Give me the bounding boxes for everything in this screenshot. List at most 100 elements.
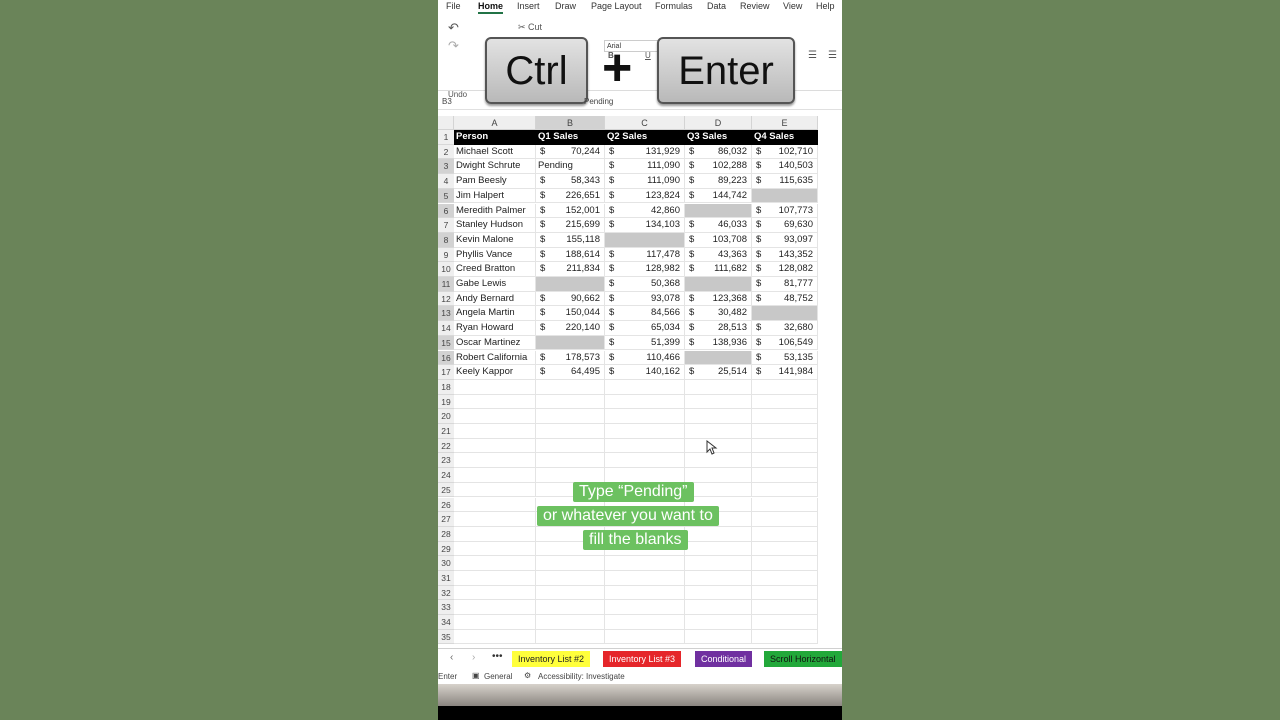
grid-cell[interactable] (752, 394, 818, 410)
more-sheets-icon[interactable]: ••• (492, 651, 503, 662)
sales-cell[interactable]: $50,368 (605, 277, 685, 292)
grid-cell[interactable] (685, 453, 752, 469)
sales-cell[interactable]: $134,103 (605, 218, 685, 233)
grid-cell[interactable] (454, 629, 536, 645)
sales-cell[interactable]: $70,244 (536, 144, 605, 160)
grid-cell[interactable] (752, 512, 818, 527)
sales-cell[interactable]: $103,708 (685, 232, 752, 248)
row-header-14[interactable]: 14 (438, 321, 454, 336)
sales-cell[interactable]: $93,097 (752, 232, 818, 248)
grid-cell[interactable] (752, 629, 818, 645)
column-header-c[interactable]: C (605, 116, 685, 130)
grid-cell[interactable] (454, 453, 536, 469)
menu-data[interactable]: Data (707, 1, 726, 11)
sales-cell[interactable]: $211,834 (536, 262, 605, 277)
grid-cell[interactable] (685, 424, 752, 439)
sales-cell[interactable]: $111,682 (685, 262, 752, 277)
row-header-3[interactable]: 3 (438, 159, 454, 175)
sales-cell[interactable]: $28,513 (685, 321, 752, 336)
person-cell[interactable]: Kevin Malone (454, 232, 536, 248)
row-header-21[interactable]: 21 (438, 424, 454, 439)
row-header-11[interactable]: 11 (438, 277, 454, 292)
grid-cell[interactable] (685, 526, 752, 542)
sales-cell[interactable]: $117,478 (605, 247, 685, 263)
grid-cell[interactable] (454, 512, 536, 527)
grid-cell[interactable] (454, 482, 536, 498)
sales-cell[interactable]: $111,090 (605, 159, 685, 175)
grid-cell[interactable] (752, 526, 818, 542)
grid-cell[interactable] (685, 629, 752, 645)
row-header-26[interactable]: 26 (438, 497, 454, 513)
row-header-29[interactable]: 29 (438, 541, 454, 557)
menu-formulas[interactable]: Formulas (655, 1, 693, 11)
grid-cell[interactable] (536, 394, 605, 410)
blank-cell[interactable] (685, 203, 752, 219)
header-cell-d[interactable]: Q3 Sales (685, 130, 752, 145)
grid-cell[interactable] (536, 600, 605, 616)
header-cell-e[interactable]: Q4 Sales (752, 130, 818, 145)
grid-cell[interactable] (605, 453, 685, 469)
grid-cell[interactable] (605, 424, 685, 439)
row-header-20[interactable]: 20 (438, 409, 454, 424)
select-all-corner[interactable] (438, 116, 454, 130)
sales-cell[interactable]: $84,566 (605, 306, 685, 322)
person-cell[interactable]: Stanley Hudson (454, 218, 536, 233)
grid-cell[interactable] (752, 600, 818, 616)
row-header-19[interactable]: 19 (438, 394, 454, 410)
undo-icon[interactable]: ↶ (448, 20, 459, 36)
column-header-b[interactable]: B (536, 116, 605, 130)
grid-cell[interactable] (685, 438, 752, 454)
grid-cell[interactable] (685, 379, 752, 395)
sales-cell[interactable]: $89,223 (685, 174, 752, 189)
sales-cell[interactable]: $123,824 (605, 188, 685, 204)
blank-cell[interactable] (752, 306, 818, 322)
row-header-22[interactable]: 22 (438, 438, 454, 454)
grid-cell[interactable] (536, 615, 605, 630)
sales-cell[interactable]: $111,090 (605, 174, 685, 189)
row-header-35[interactable]: 35 (438, 629, 454, 645)
accessibility-icon[interactable]: ⚙ (524, 671, 531, 680)
grid-cell[interactable] (752, 453, 818, 469)
name-box[interactable]: B3 (442, 97, 452, 106)
underline-button[interactable]: U (645, 51, 651, 60)
grid-cell[interactable] (605, 394, 685, 410)
sales-cell[interactable]: $215,699 (536, 218, 605, 233)
menu-insert[interactable]: Insert (517, 1, 540, 11)
sales-cell[interactable]: $32,680 (752, 321, 818, 336)
sales-cell[interactable]: $58,343 (536, 174, 605, 189)
grid-cell[interactable] (605, 571, 685, 586)
next-sheet-icon[interactable]: › (472, 652, 475, 663)
row-header-7[interactable]: 7 (438, 218, 454, 233)
sales-cell[interactable]: $138,936 (685, 335, 752, 351)
grid-cell[interactable] (536, 438, 605, 454)
prev-sheet-icon[interactable]: ‹ (450, 652, 453, 663)
row-header-12[interactable]: 12 (438, 291, 454, 307)
redo-icon[interactable]: ↷ (448, 38, 459, 54)
person-cell[interactable]: Robert California (454, 350, 536, 366)
sales-cell[interactable]: $141,984 (752, 365, 818, 380)
menu-file[interactable]: File (446, 1, 461, 11)
grid-cell[interactable] (752, 409, 818, 424)
sales-cell[interactable]: $152,001 (536, 203, 605, 219)
grid-cell[interactable] (752, 468, 818, 483)
sales-cell[interactable]: $188,614 (536, 247, 605, 263)
person-cell[interactable]: Keely Kappor (454, 365, 536, 380)
sales-cell[interactable]: $43,363 (685, 247, 752, 263)
row-header-15[interactable]: 15 (438, 335, 454, 351)
grid-cell[interactable] (536, 453, 605, 469)
grid-cell[interactable] (752, 571, 818, 586)
sales-cell[interactable]: $102,710 (752, 144, 818, 160)
sales-cell[interactable]: $140,162 (605, 365, 685, 380)
sales-cell[interactable]: $30,482 (685, 306, 752, 322)
grid-cell[interactable] (685, 615, 752, 630)
sales-cell[interactable]: $81,777 (752, 277, 818, 292)
formula-input[interactable]: Pending (584, 97, 613, 106)
grid-cell[interactable] (605, 379, 685, 395)
sales-cell[interactable]: $226,651 (536, 188, 605, 204)
sales-cell[interactable]: $140,503 (752, 159, 818, 175)
grid-cell[interactable] (605, 438, 685, 454)
column-header-a[interactable]: A (454, 116, 536, 130)
grid-cell[interactable] (752, 541, 818, 557)
menu-help[interactable]: Help (816, 1, 835, 11)
person-cell[interactable]: Jim Halpert (454, 188, 536, 204)
